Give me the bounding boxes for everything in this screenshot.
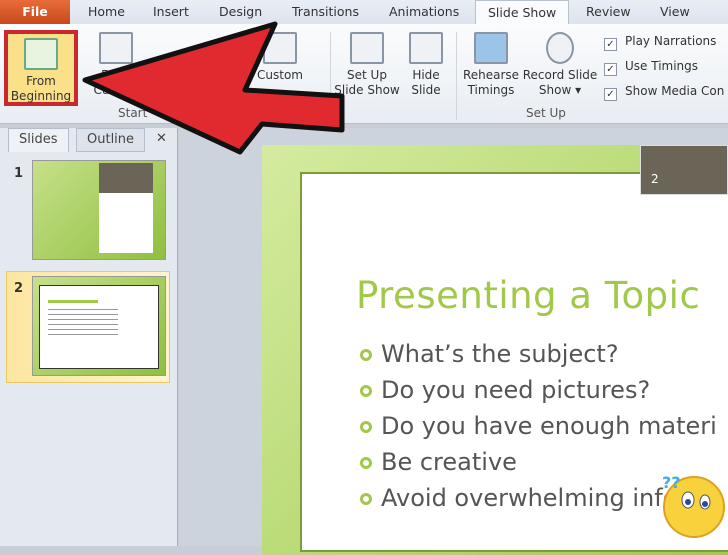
annotation-overlay: ??: [82, 21, 725, 538]
svg-text:??: ??: [662, 473, 681, 492]
red-arrow-icon: [82, 21, 345, 155]
thinking-emoji-icon: ??: [662, 473, 725, 538]
